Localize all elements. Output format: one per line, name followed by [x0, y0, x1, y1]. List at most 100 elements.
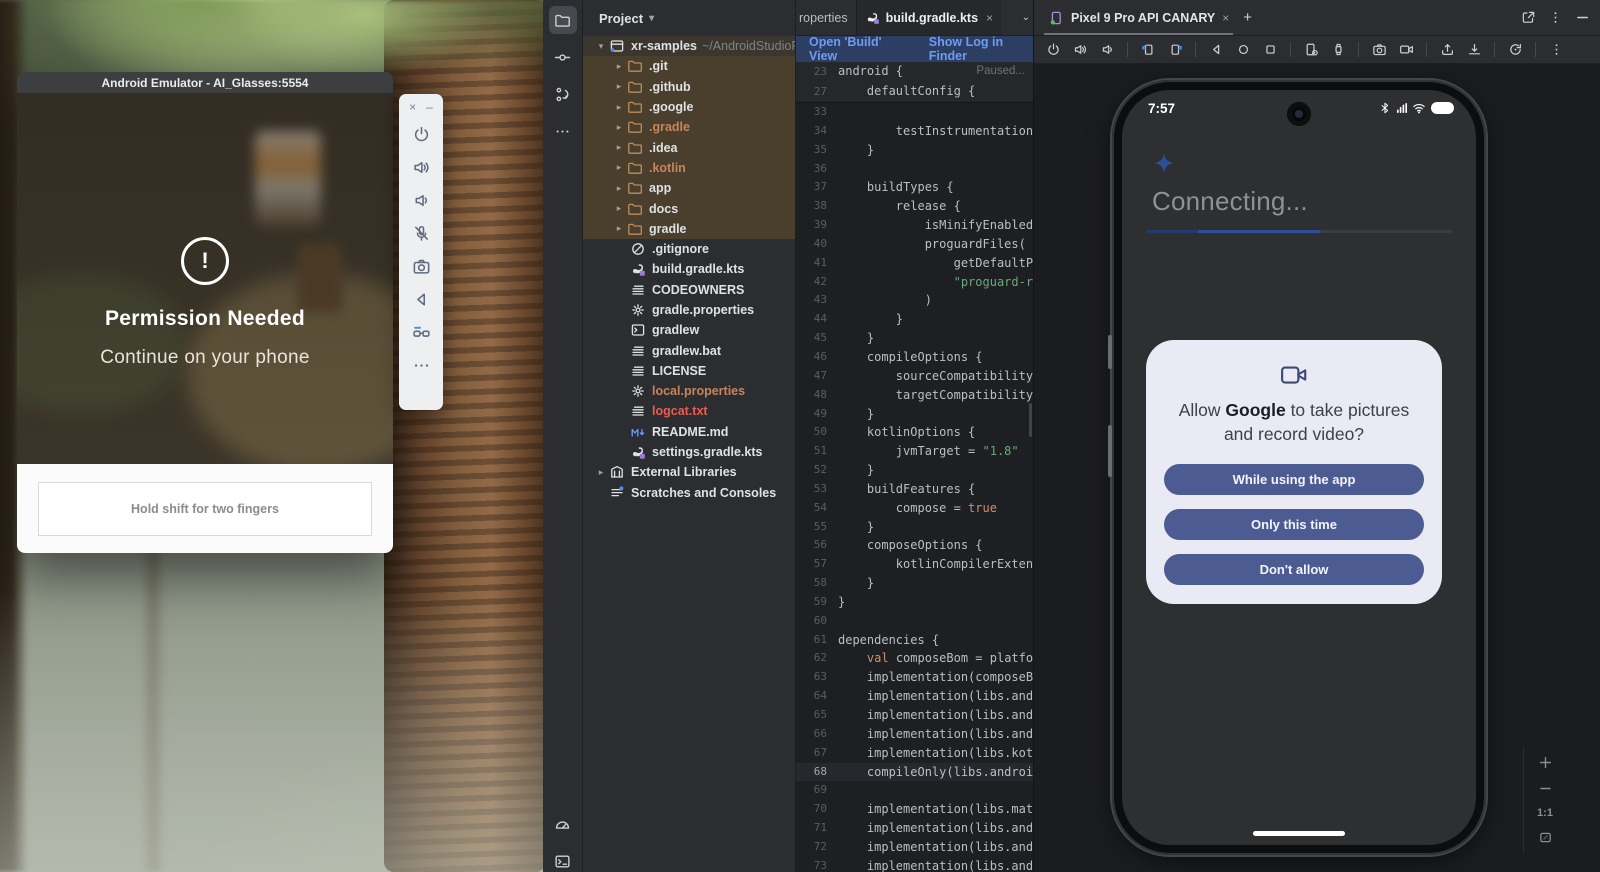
tree-file-local.properties[interactable]: local.properties [583, 381, 795, 401]
strip-version-control[interactable] [549, 80, 577, 108]
wear-device-button[interactable] [1329, 41, 1347, 59]
emulator-window: Android Emulator - AI_Glasses:5554 ! Per… [17, 72, 393, 553]
close-x[interactable]: × [409, 100, 416, 114]
volume-down-button[interactable] [407, 184, 435, 217]
open-in-new[interactable] [1521, 10, 1536, 25]
line-number: 48 [796, 386, 838, 405]
code-editor[interactable]: 3334 testInstrumentationR35 }3637 buildT… [796, 103, 1033, 872]
strip-project-folder[interactable] [549, 6, 577, 34]
minimize[interactable]: – [426, 100, 433, 114]
editor-scrollbar[interactable] [1029, 403, 1032, 437]
line-number: 55 [796, 518, 838, 537]
zoom-in-button[interactable] [1538, 755, 1553, 770]
camera-button[interactable] [407, 250, 435, 283]
line-number: 63 [796, 668, 838, 687]
permission-button-don-t-allow[interactable]: Don't allow [1164, 554, 1424, 585]
close-tab-icon[interactable]: × [986, 11, 993, 25]
emulator-title: Android Emulator - AI_Glasses:5554 [17, 72, 393, 93]
screen-record-button[interactable] [1397, 41, 1415, 59]
chevron-right-icon: ▸ [611, 183, 627, 194]
more-horizontal-button[interactable] [407, 349, 435, 382]
permission-button-while-using-the-app[interactable]: While using the app [1164, 464, 1424, 495]
toolbar-separator [1535, 42, 1536, 57]
rotate-left-button[interactable] [1139, 41, 1157, 59]
strip-commit[interactable] [549, 43, 577, 71]
tree-file-settings.gradle.kts[interactable]: settings.gradle.kts [583, 442, 795, 462]
code-text: testInstrumentationR [838, 122, 1033, 141]
tree-folder-dot-gradle[interactable]: ▸.gradle [583, 117, 795, 137]
tree-file-LICENSE[interactable]: LICENSE [583, 361, 795, 381]
phone-screen[interactable]: 7:57 Connecting... Allow Google to take … [1122, 90, 1476, 845]
code-line-62: 62 val composeBom = platfor [796, 649, 1033, 668]
tab-pixel-9-pro[interactable]: Pixel 9 Pro API CANARY × [1048, 0, 1229, 35]
tree-file-gradle.properties[interactable]: gradle.properties [583, 300, 795, 320]
toolbar-separator [1426, 42, 1427, 57]
hide-panel[interactable] [1575, 10, 1590, 25]
power-button[interactable] [407, 118, 435, 151]
tree-folder-gradle[interactable]: ▸gradle [583, 219, 795, 239]
code-text: implementation(libs.andr [838, 687, 1033, 706]
power-button[interactable] [1044, 41, 1062, 59]
tree-file-gradlew[interactable]: gradlew [583, 320, 795, 340]
tree-file-README.md[interactable]: README.md [583, 422, 795, 442]
camera-icon [412, 257, 431, 276]
tab-build-gradle-kts[interactable]: build.gradle.kts × [857, 0, 1001, 35]
tree-folder-docs[interactable]: ▸docs [583, 198, 795, 218]
strip-profiler-gauge[interactable] [549, 810, 577, 838]
volume-down-button[interactable] [1098, 41, 1116, 59]
project-panel-header[interactable]: Project ▾ [583, 0, 795, 36]
strip-more-horizontal[interactable] [549, 117, 577, 145]
fit-to-window-button[interactable] [1538, 830, 1553, 845]
rotate-right-button[interactable] [1166, 41, 1184, 59]
permission-button-only-this-time[interactable]: Only this time [1164, 509, 1424, 540]
tree-scratches-and-consoles[interactable]: Scratches and Consoles [583, 483, 795, 503]
glasses-button[interactable] [407, 316, 435, 349]
strip-terminal[interactable] [549, 847, 577, 872]
close-device-tab-icon[interactable]: × [1222, 11, 1229, 25]
tree-root-xr-samples[interactable]: ▾xr-samples~/AndroidStudioProje [583, 36, 795, 56]
tree-file-build.gradle.kts[interactable]: build.gradle.kts [583, 259, 795, 279]
back-triangle-button[interactable] [1207, 41, 1225, 59]
actual-size-button[interactable]: 1:1 [1537, 807, 1553, 819]
emulator-window-buttons: ×– [409, 100, 433, 114]
tree-file-dot-gitignore[interactable]: .gitignore [583, 239, 795, 259]
tree-folder-dot-idea[interactable]: ▸.idea [583, 137, 795, 157]
permission-needed-subtitle: Continue on your phone [100, 347, 309, 369]
zoom-out-button[interactable] [1538, 781, 1553, 796]
device-settings-icon [1304, 42, 1319, 57]
add-device-tab-button[interactable]: + [1243, 9, 1252, 26]
volume-up-button[interactable] [1071, 41, 1089, 59]
tree-folder-dot-google[interactable]: ▸.google [583, 97, 795, 117]
tree-external-libraries[interactable]: ▸External Libraries [583, 462, 795, 482]
more-vertical[interactable] [1548, 10, 1563, 25]
share-upload-button[interactable] [1438, 41, 1456, 59]
home-circle-button[interactable] [1234, 41, 1252, 59]
tree-folder-dot-kotlin[interactable]: ▸.kotlin [583, 158, 795, 178]
more-vertical-button[interactable] [1547, 41, 1565, 59]
overview-square-button[interactable] [1261, 41, 1279, 59]
code-line-68: 68 compileOnly(libs.android [796, 763, 1033, 782]
device-settings-button[interactable] [1302, 41, 1320, 59]
save-download-button[interactable] [1465, 41, 1483, 59]
tree-folder-dot-git[interactable]: ▸.git [583, 56, 795, 76]
tree-file-gradlew.bat[interactable]: gradlew.bat [583, 340, 795, 360]
back-triangle-button[interactable] [407, 283, 435, 316]
tree-folder-dot-github[interactable]: ▸.github [583, 77, 795, 97]
volume-down-icon [1100, 42, 1115, 57]
tab-gradle-properties[interactable]: roperties [796, 0, 857, 35]
screenshot-camera-button[interactable] [1370, 41, 1388, 59]
emulator-screen[interactable]: ! Permission Needed Continue on your pho… [17, 93, 393, 464]
reset-device-button[interactable] [1506, 41, 1524, 59]
tree-file-CODEOWNERS[interactable]: CODEOWNERS [583, 280, 795, 300]
home-indicator[interactable] [1253, 831, 1345, 836]
tree-folder-app[interactable]: ▸ app [583, 178, 795, 198]
tree-folder-label: app [649, 181, 671, 195]
tree-file-logcat.txt[interactable]: logcat.txt [583, 401, 795, 421]
mic-off-button[interactable] [407, 217, 435, 250]
code-text: targetCompatibility [838, 386, 1033, 405]
show-log-link[interactable]: Show Log in Finder [929, 35, 1033, 63]
volume-up-button[interactable] [407, 151, 435, 184]
emulator-toolbar: ×– [399, 94, 443, 410]
hidden-tabs-chevron-icon[interactable]: ⌄ [1022, 0, 1030, 35]
open-build-view-link[interactable]: Open 'Build' View [809, 35, 903, 63]
